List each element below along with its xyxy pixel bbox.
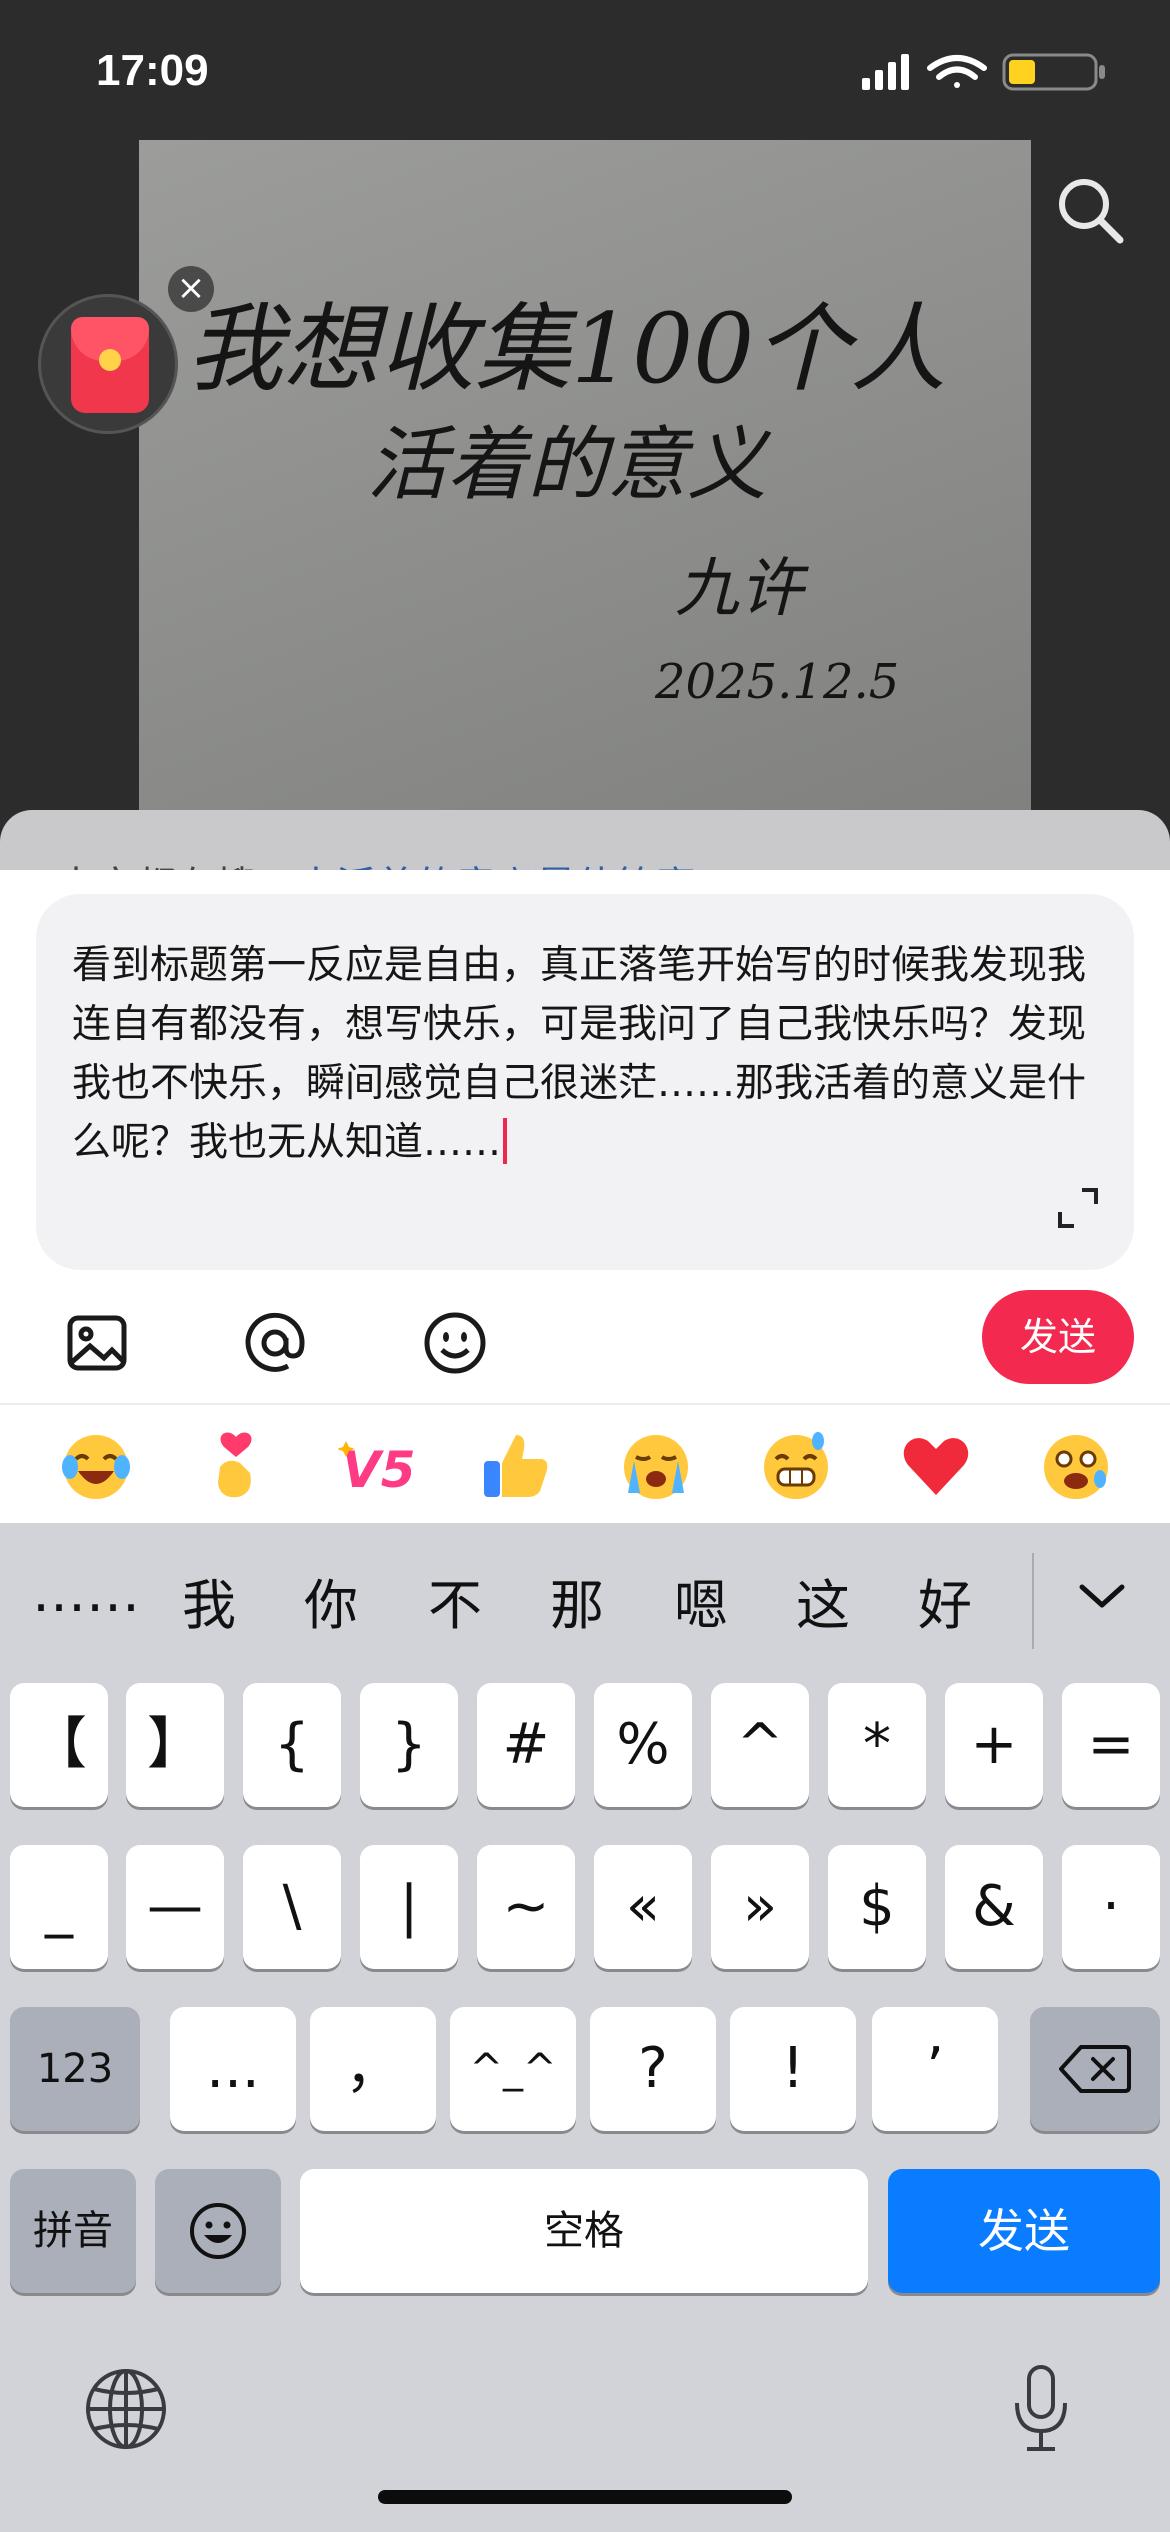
home-indicator [378,2490,792,2504]
candidate-bar: …… 我 你 不 那 嗯 这 好 [0,1523,1170,1653]
key-backslash[interactable]: \ [243,1845,341,1969]
key-right-brace[interactable]: } [360,1683,458,1807]
key-equals[interactable]: = [1062,1683,1160,1807]
crying-emoji[interactable] [618,1427,694,1503]
keyboard: …… 我 你 不 那 嗯 这 好 【 】 { } # % ^ * + = _ —… [0,1523,1170,2532]
candidate-0[interactable]: …… [32,1561,140,1624]
finger-heart-emoji[interactable] [198,1427,274,1503]
grimace-sweat-emoji[interactable] [758,1427,834,1503]
wifi-icon [927,55,987,88]
key-kaomoji[interactable]: ^_^ [450,2007,576,2131]
note-line-2: 活着的意义 [367,418,772,511]
note-date: 2025.12.5 [654,654,899,710]
key-right-lenticular-bracket[interactable]: 】 [126,1683,224,1807]
key-asterisk[interactable]: * [828,1683,926,1807]
note-line-1: 我想收集100个人 [187,293,946,405]
v5-emoji[interactable]: V5 [337,1427,416,1503]
key-left-guillemet[interactable]: « [594,1845,692,1969]
close-icon[interactable]: × [168,266,214,312]
emoji-face-icon [190,2203,246,2259]
at-icon[interactable] [240,1308,310,1378]
status-icons [862,52,1112,92]
key-dollar[interactable]: $ [828,1845,926,1969]
candidate-1[interactable]: 我 [182,1561,236,1640]
text-cursor [503,1118,508,1164]
scared-emoji[interactable] [1038,1427,1114,1503]
key-ellipsis[interactable]: ... [170,2007,296,2131]
comment-text: 看到标题第一反应是自由，真正落笔开始写的时候我发现我连自有都没有，想写快乐，可是… [72,943,1087,1165]
space-key[interactable]: 空格 [300,2169,868,2293]
key-caret[interactable]: ^ [711,1683,809,1807]
candidate-6[interactable]: 这 [796,1561,850,1640]
chevron-down-icon[interactable] [1076,1571,1128,1623]
key-percent[interactable]: % [594,1683,692,1807]
cellular-signal-icon [862,54,909,90]
status-time: 17:09 [96,46,209,95]
globe-icon[interactable] [84,2367,168,2451]
candidate-4[interactable]: 那 [550,1561,604,1640]
candidate-3[interactable]: 不 [428,1561,482,1640]
candidate-7[interactable]: 好 [918,1561,972,1640]
image-icon[interactable] [62,1308,132,1378]
microphone-icon[interactable] [1010,2363,1072,2455]
red-packet-icon[interactable] [38,294,178,434]
comment-input[interactable]: 看到标题第一反应是自由，真正落笔开始写的时候我发现我连自有都没有，想写快乐，可是… [36,894,1134,1270]
emoji-face-icon[interactable] [420,1308,490,1378]
key-123[interactable]: 123 [10,2007,140,2131]
key-underscore[interactable]: _ [10,1845,108,1969]
battery-icon [1002,53,1105,91]
key-plus[interactable]: + [945,1683,1043,1807]
send-button[interactable]: 发送 [982,1290,1134,1384]
key-hash[interactable]: # [477,1683,575,1807]
candidate-2[interactable]: 你 [304,1561,358,1640]
key-question[interactable]: ? [590,2007,716,2131]
key-em-dash[interactable]: — [126,1845,224,1969]
key-pinyin[interactable]: 拼音 [10,2169,136,2293]
key-left-brace[interactable]: { [243,1683,341,1807]
key-middle-dot[interactable]: · [1062,1845,1160,1969]
key-tilde[interactable]: ~ [477,1845,575,1969]
red-heart-emoji[interactable] [898,1427,974,1503]
comment-sheet: 看到标题第一反应是自由，真正落笔开始写的时候我发现我连自有都没有，想写快乐，可是… [0,870,1170,1403]
key-exclamation[interactable]: ! [730,2007,856,2131]
laugh-cry-emoji[interactable] [58,1427,134,1503]
candidate-5[interactable]: 嗯 [674,1561,728,1640]
expand-icon[interactable] [1056,1186,1100,1230]
candidate-divider [1032,1553,1034,1649]
keyboard-send-key[interactable]: 发送 [888,2169,1160,2293]
backspace-icon [1059,2045,1131,2093]
search-icon[interactable] [1050,170,1130,250]
key-fullwidth-comma[interactable]: ， [310,2007,436,2131]
key-apostrophe[interactable]: ’ [872,2007,998,2131]
key-right-guillemet[interactable]: » [711,1845,809,1969]
emoji-keyboard-key[interactable] [155,2169,281,2293]
note-signature: 九许 [675,552,809,626]
thumbs-up-emoji[interactable] [478,1427,554,1503]
key-ampersand[interactable]: & [945,1845,1043,1969]
handwritten-note-photo: 我想收集100个人 活着的意义 九许 2025.12.5 [139,140,1031,900]
backspace-key[interactable] [1030,2007,1160,2131]
key-left-lenticular-bracket[interactable]: 【 [10,1683,108,1807]
quick-emoji-row: V5 [0,1403,1170,1523]
key-pipe[interactable]: | [360,1845,458,1969]
